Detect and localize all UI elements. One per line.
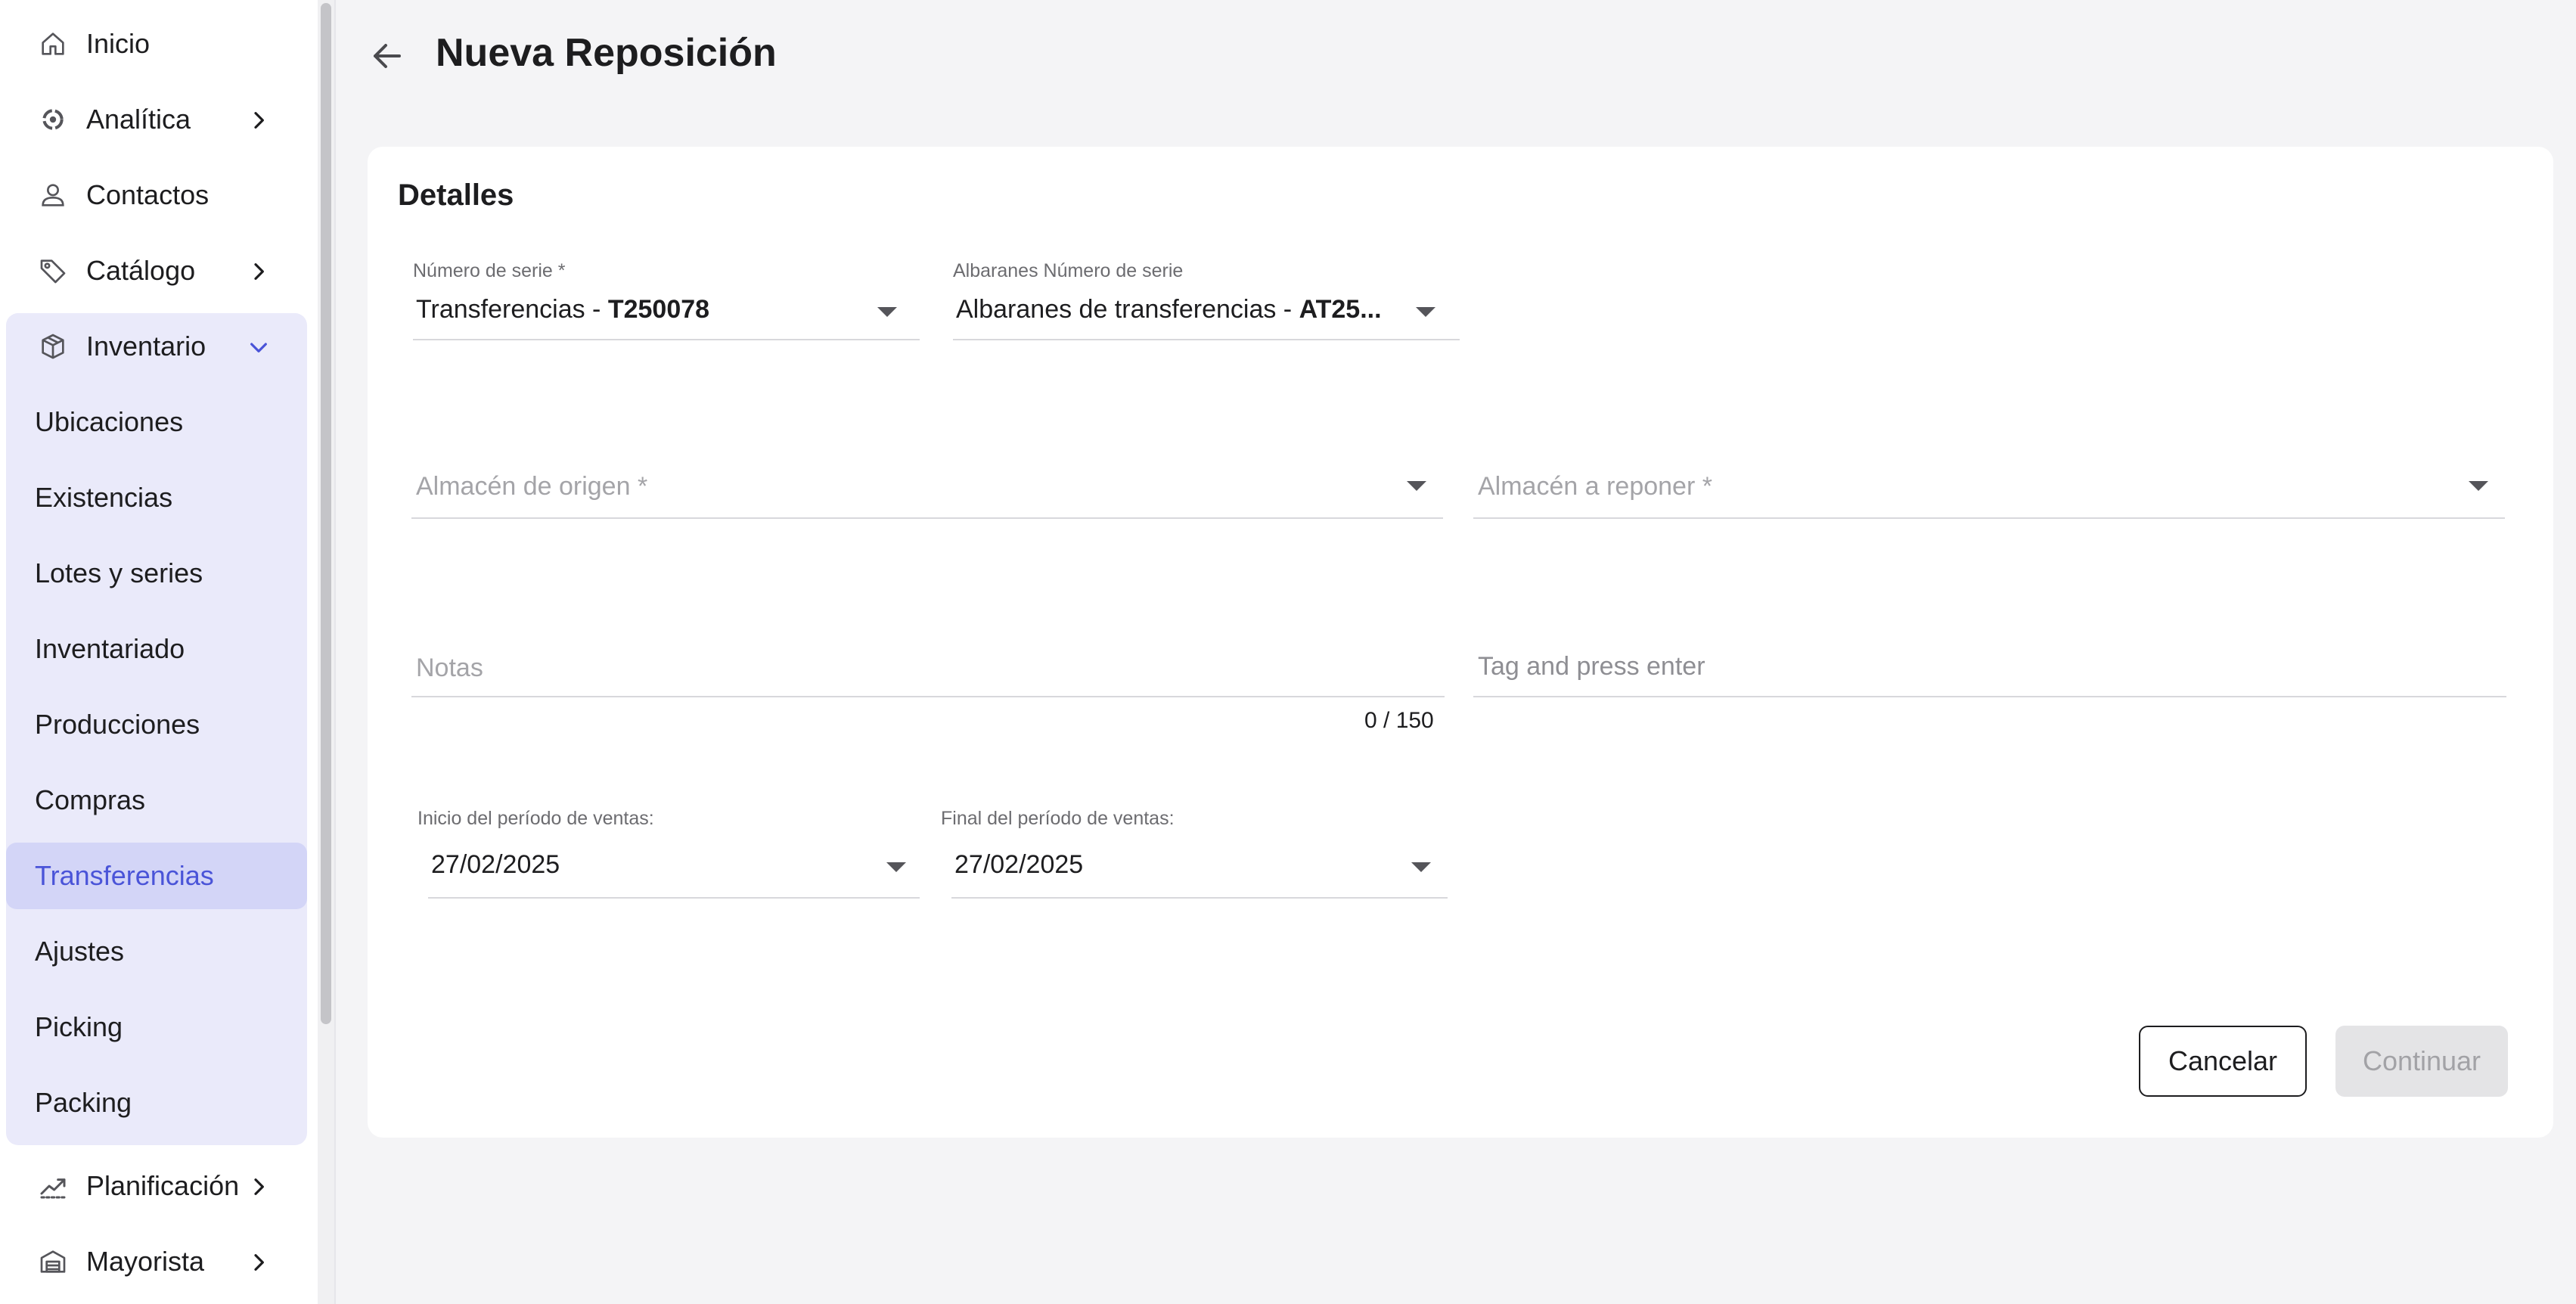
sidebar-item-contactos[interactable]: Contactos <box>6 162 307 228</box>
sidebar-item-producciones[interactable]: Producciones <box>6 691 307 758</box>
sidebar-item-analitica[interactable]: Analítica <box>6 86 307 153</box>
final-periodo-value: 27/02/2025 <box>954 850 1084 879</box>
chevron-right-icon <box>247 1174 271 1198</box>
serie-value: Transferencias - T250078 <box>416 295 710 324</box>
notas-placeholder: Notas <box>416 654 483 682</box>
final-periodo-label: Final del período de ventas: <box>941 808 1175 829</box>
caret-down-icon <box>2469 481 2488 491</box>
inicio-periodo-value: 27/02/2025 <box>431 850 560 879</box>
albaranes-serie-label: Albaranes Número de serie <box>953 260 1184 281</box>
caret-down-icon <box>1416 307 1435 317</box>
trend-icon <box>36 1169 70 1203</box>
almacen-reponer-select[interactable]: Almacén a reponer * <box>1473 463 2505 519</box>
details-title: Detalles <box>398 179 514 212</box>
chevron-right-icon <box>247 1250 271 1274</box>
back-button[interactable] <box>366 35 408 77</box>
sidebar-item-inicio[interactable]: Inicio <box>6 11 307 77</box>
inicio-periodo-label: Inicio del período de ventas: <box>417 808 654 829</box>
tags-placeholder: Tag and press enter <box>1478 652 1705 681</box>
sidebar-item-catalogo[interactable]: Catálogo <box>6 238 307 304</box>
sidebar-item-label: Mayorista <box>86 1246 205 1277</box>
details-card: Detalles Número de serie * Transferencia… <box>368 147 2553 1138</box>
warehouse-icon <box>36 1245 70 1278</box>
albaranes-serie-value: Albaranes de transferencias - AT25... <box>956 295 1382 324</box>
serie-select[interactable]: Número de serie * Transferencias - T2500… <box>413 260 920 342</box>
caret-down-icon <box>877 307 897 317</box>
tags-input[interactable]: Tag and press enter <box>1473 644 2506 697</box>
almacen-origen-select[interactable]: Almacén de origen * <box>411 463 1443 519</box>
chevron-right-icon <box>247 107 271 132</box>
sidebar-item-label: Inventario <box>86 331 206 362</box>
almacen-origen-placeholder: Almacén de origen * <box>416 472 648 501</box>
sidebar-item-mayorista[interactable]: Mayorista <box>6 1228 307 1295</box>
sidebar-item-inventario[interactable]: Inventario <box>6 313 307 380</box>
sidebar: Inicio Analítica Contactos Catálogo Inve… <box>0 0 336 1304</box>
home-icon <box>36 27 70 61</box>
sidebar-item-picking[interactable]: Picking <box>6 994 307 1060</box>
sidebar-item-lotes-y-series[interactable]: Lotes y series <box>6 540 307 607</box>
notas-field[interactable]: Notas <box>411 644 1445 697</box>
tag-icon <box>36 254 70 287</box>
caret-down-icon <box>886 862 906 872</box>
sidebar-item-label: Inicio <box>86 28 151 59</box>
chevron-right-icon <box>247 259 271 283</box>
analytics-icon <box>36 103 70 136</box>
sidebar-item-ajustes[interactable]: Ajustes <box>6 918 307 985</box>
almacen-reponer-placeholder: Almacén a reponer * <box>1478 472 1712 501</box>
arrow-left-icon <box>374 44 401 68</box>
caret-down-icon <box>1411 862 1431 872</box>
sidebar-scrollbar-thumb[interactable] <box>321 3 331 1024</box>
caret-down-icon <box>1407 481 1426 491</box>
final-periodo-select[interactable]: Final del período de ventas: 27/02/2025 <box>941 808 1448 900</box>
sidebar-item-compras[interactable]: Compras <box>6 767 307 834</box>
sidebar-item-packing[interactable]: Packing <box>6 1070 307 1136</box>
continue-button[interactable]: Continuar <box>2335 1026 2508 1097</box>
sidebar-item-label: Contactos <box>86 179 209 210</box>
albaranes-serie-select[interactable]: Albaranes Número de serie Albaranes de t… <box>953 260 1460 342</box>
page-title: Nueva Reposición <box>436 31 777 75</box>
sidebar-item-label: Catálogo <box>86 255 196 286</box>
box-icon <box>36 330 70 363</box>
sidebar-item-transferencias[interactable]: Transferencias <box>6 843 307 909</box>
sidebar-item-planificacion[interactable]: Planificación <box>6 1153 307 1219</box>
contacts-icon <box>36 179 70 212</box>
sidebar-item-label: Analítica <box>86 104 191 135</box>
cancel-button[interactable]: Cancelar <box>2139 1026 2307 1097</box>
inicio-periodo-select[interactable]: Inicio del período de ventas: 27/02/2025 <box>417 808 920 900</box>
notas-char-counter: 0 / 150 <box>1364 708 1434 733</box>
chevron-down-icon <box>247 334 271 359</box>
sidebar-item-inventariado[interactable]: Inventariado <box>6 616 307 682</box>
serie-label: Número de serie * <box>413 260 566 281</box>
sidebar-item-existencias[interactable]: Existencias <box>6 464 307 531</box>
sidebar-item-ubicaciones[interactable]: Ubicaciones <box>6 389 307 455</box>
sidebar-item-label: Planificación <box>86 1170 240 1201</box>
